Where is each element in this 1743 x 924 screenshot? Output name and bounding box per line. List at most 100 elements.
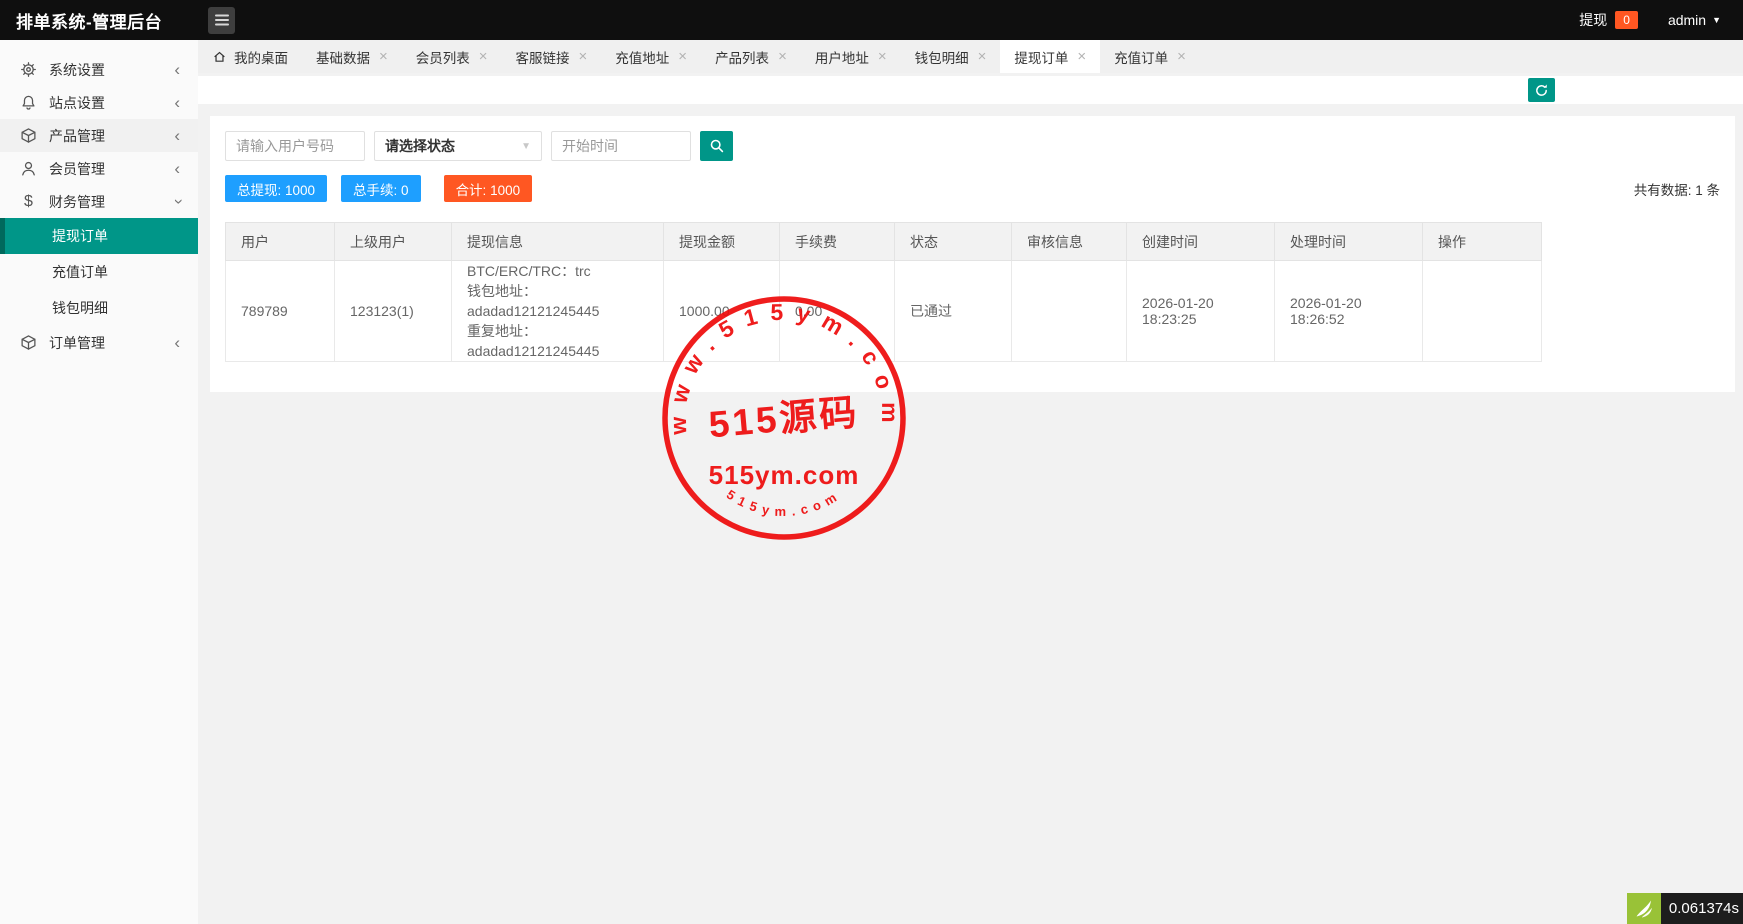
- cell-processed: 2026-01-20 18:26:52: [1274, 260, 1423, 362]
- column-header: 审核信息: [1011, 222, 1127, 261]
- tab-0[interactable]: 我的桌面: [198, 40, 302, 73]
- user-menu[interactable]: admin ▼: [1668, 12, 1721, 28]
- sidebar: 系统设置 ‹ 站点设置 ‹ 产品管理 ‹ 会员管理 ‹ $ 财务管理 ‹ 提现订单充值订单钱包明细订单…: [0, 40, 198, 924]
- chevron-left-icon: ‹: [174, 93, 180, 112]
- withdraw-info-line: 重复地址：adadad12121245445: [467, 323, 600, 359]
- hamburger-icon: [214, 19, 229, 21]
- tab-label: 充值订单: [1114, 50, 1169, 66]
- sidebar-subitem-label: 提现订单: [52, 228, 108, 244]
- bell-icon: [20, 94, 37, 111]
- tab-5[interactable]: 产品列表 ×: [701, 40, 801, 73]
- user-icon: [20, 160, 37, 177]
- sidebar-item-member-management[interactable]: 会员管理 ‹: [0, 152, 198, 185]
- sidebar-item-label: 产品管理: [49, 127, 105, 144]
- tab-6[interactable]: 用户地址 ×: [801, 40, 901, 73]
- column-header: 处理时间: [1274, 222, 1423, 261]
- user-number-input[interactable]: [225, 131, 365, 161]
- status-select[interactable]: 请选择状态 ▼: [374, 131, 542, 161]
- start-time-input[interactable]: [551, 131, 691, 161]
- total-fee-chip[interactable]: 总手续: 0: [341, 175, 421, 202]
- close-icon[interactable]: ×: [778, 49, 787, 64]
- execution-time: 0.061374s: [1660, 893, 1743, 924]
- filter-bar: 请选择状态 ▼: [225, 131, 1720, 161]
- close-icon[interactable]: ×: [1177, 49, 1186, 64]
- cell-user: 789789: [225, 260, 335, 362]
- tab-7[interactable]: 钱包明细 ×: [901, 40, 1001, 73]
- tab-8[interactable]: 提现订单 ×: [1000, 40, 1101, 73]
- refresh-icon: [1534, 83, 1549, 98]
- total-sum-chip[interactable]: 合计: 1000: [443, 175, 533, 202]
- close-icon[interactable]: ×: [878, 49, 887, 64]
- cube-icon: [20, 127, 37, 144]
- home-icon: [212, 49, 227, 64]
- sidebar-item-label: 订单管理: [49, 334, 105, 351]
- tab-9[interactable]: 充值订单 ×: [1100, 40, 1200, 73]
- top-header: 排单系统-管理后台 提现 0 admin ▼: [0, 0, 1743, 40]
- close-icon[interactable]: ×: [579, 49, 588, 64]
- close-icon[interactable]: ×: [1077, 49, 1086, 64]
- withdraw-orders-panel: 请选择状态 ▼ 总提现: 1000 总手续: 0 合计: 1000 共有数据: …: [210, 116, 1735, 392]
- refresh-button[interactable]: [1528, 78, 1555, 102]
- thinkphp-logo-icon[interactable]: [1626, 893, 1661, 924]
- chevron-left-icon: ‹: [174, 60, 180, 79]
- sidebar-subitem-label: 充值订单: [52, 264, 108, 280]
- sidebar-item-system-settings[interactable]: 系统设置 ‹: [0, 53, 198, 86]
- sidebar-subitem-wallet-details[interactable]: 钱包明细: [0, 290, 198, 326]
- cell-parent: 123123(1): [334, 260, 452, 362]
- withdraw-info-line: 钱包地址：adadad12121245445: [467, 283, 600, 319]
- main-content: 我的桌面 基础数据 × 会员列表 × 客服链接 × 充值地址 × 产品列表 × 用户地址 × 钱包明细 × 提…: [198, 40, 1743, 924]
- sidebar-item-order-management[interactable]: 订单管理 ‹: [0, 326, 198, 359]
- debug-toolbar[interactable]: 0.061374s: [1626, 893, 1743, 924]
- sidebar-subitem-label: 钱包明细: [52, 300, 108, 316]
- tab-label: 充值地址: [615, 50, 670, 66]
- menu-toggle-button[interactable]: [208, 6, 235, 34]
- column-header: 提现金额: [663, 222, 780, 261]
- tab-3[interactable]: 客服链接 ×: [502, 40, 602, 73]
- search-button[interactable]: [700, 131, 733, 161]
- tab-4[interactable]: 充值地址 ×: [601, 40, 701, 73]
- tab-label: 基础数据: [316, 50, 370, 66]
- close-icon[interactable]: ×: [479, 49, 488, 64]
- withdraw-count-badge: 0: [1615, 11, 1638, 29]
- gear-icon: [20, 61, 37, 78]
- cell-audit: [1011, 260, 1127, 362]
- dollar-icon: $: [24, 192, 33, 210]
- sidebar-item-product-management[interactable]: 产品管理 ‹: [0, 119, 198, 152]
- close-icon[interactable]: ×: [678, 49, 687, 64]
- withdraw-label: 提现: [1579, 12, 1608, 28]
- withdraw-info-line: BTC/ERC/TRC：trc: [467, 263, 591, 279]
- chevron-left-icon: ‹: [174, 126, 180, 145]
- close-icon[interactable]: ×: [978, 49, 987, 64]
- tab-label: 用户地址: [814, 50, 869, 66]
- column-header: 创建时间: [1126, 222, 1275, 261]
- cell-amount: 1000.00: [663, 260, 780, 362]
- tab-label: 会员列表: [415, 50, 470, 66]
- sidebar-item-label: 会员管理: [49, 160, 105, 177]
- chevron-left-icon: ‹: [174, 159, 180, 178]
- sidebar-item-label: 财务管理: [49, 193, 105, 210]
- sidebar-subitem-withdraw-orders[interactable]: 提现订单: [0, 218, 198, 254]
- table-row: 789789 123123(1) BTC/ERC/TRC：trc 钱包地址：adada…: [225, 260, 1542, 362]
- close-icon[interactable]: ×: [379, 49, 388, 64]
- app-title: 排单系统-管理后台: [16, 12, 163, 32]
- tab-2[interactable]: 会员列表 ×: [402, 40, 502, 73]
- tab-label: 客服链接: [515, 50, 570, 66]
- orders-table: 用户 上级用户 提现信息 提现金额 手续费 状态 审核信息 创建时间 处理时间 操作 789789 1…: [225, 222, 1542, 362]
- withdraw-notification[interactable]: 提现 0: [1579, 10, 1638, 30]
- sidebar-item-finance-management[interactable]: $ 财务管理 ‹: [0, 185, 198, 218]
- sidebar-item-site-settings[interactable]: 站点设置 ‹: [0, 86, 198, 119]
- cell-created: 2026-01-20 18:23:25: [1126, 260, 1275, 362]
- column-header: 提现信息: [451, 222, 664, 261]
- cell-action: [1422, 260, 1542, 362]
- toolbar-strip: [198, 76, 1743, 104]
- total-withdraw-chip[interactable]: 总提现: 1000: [225, 175, 328, 202]
- cell-fee: 0.00: [779, 260, 895, 362]
- tab-1[interactable]: 基础数据 ×: [302, 40, 402, 73]
- cell-status: 已通过: [894, 260, 1012, 362]
- column-header: 用户: [225, 222, 335, 261]
- sidebar-subitem-recharge-orders[interactable]: 充值订单: [0, 254, 198, 290]
- chevron-left-icon: ‹: [174, 333, 180, 352]
- column-header: 状态: [894, 222, 1012, 261]
- chevron-down-icon: ‹: [167, 198, 187, 205]
- record-count: 共有数据: 1 条: [1633, 182, 1720, 198]
